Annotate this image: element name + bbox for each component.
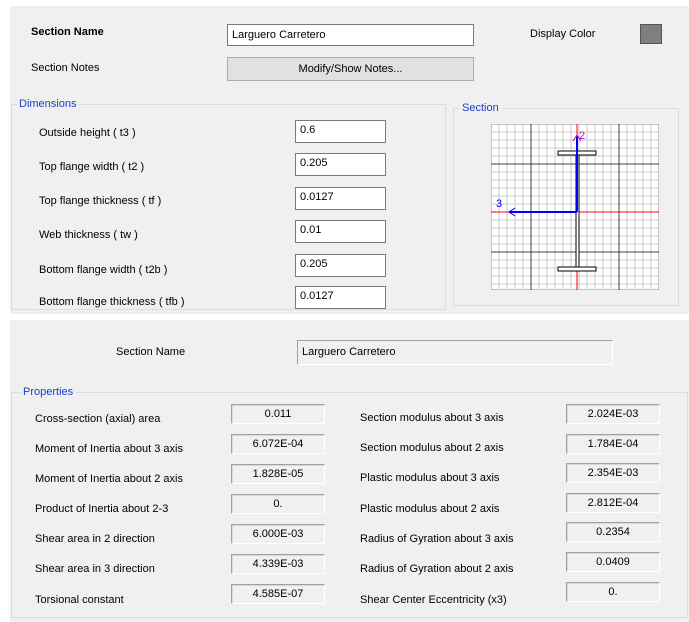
axial-area-value: 0.011 (231, 404, 325, 424)
plastic-modulus-2-value: 2.812E-04 (566, 493, 660, 513)
top-flange-width-label: Top flange width ( t2 ) (39, 161, 145, 173)
bottom-flange-thickness-label: Bottom flange thickness ( tfb ) (39, 296, 185, 308)
product-inertia-label: Product of Inertia about 2-3 (35, 503, 169, 515)
section-modulus-2-value: 1.784E-04 (566, 434, 660, 454)
torsional-constant-label: Torsional constant (35, 594, 124, 606)
moment-inertia-2-label: Moment of Inertia about 2 axis (35, 473, 183, 485)
section-name-label: Section Name (31, 26, 104, 38)
shear-center-eccentricity-label: Shear Center Eccentricity (x3) (360, 594, 507, 606)
section-name-input[interactable]: Larguero Carretero (227, 24, 474, 46)
top-flange-thickness-input[interactable]: 0.0127 (295, 187, 386, 210)
web-thickness-label: Web thickness ( tw ) (39, 229, 138, 241)
outside-height-input[interactable]: 0.6 (295, 120, 386, 143)
shear-center-eccentricity-value: 0. (566, 582, 660, 602)
display-color-label: Display Color (530, 28, 596, 40)
top-flange-thickness-label: Top flange thickness ( tf ) (39, 195, 162, 207)
properties-group-title: Properties (21, 386, 76, 398)
moment-inertia-3-label: Moment of Inertia about 3 axis (35, 443, 183, 455)
dimensions-group-title: Dimensions (17, 98, 79, 110)
radius-gyration-2-label: Radius of Gyration about 2 axis (360, 563, 514, 575)
plastic-modulus-3-value: 2.354E-03 (566, 463, 660, 483)
section-notes-label: Section Notes (31, 62, 100, 74)
shear-area-3-label: Shear area in 3 direction (35, 563, 155, 575)
web-thickness-input[interactable]: 0.01 (295, 220, 386, 243)
axis-3-label: 3 (496, 198, 502, 210)
properties-section-name-label: Section Name (116, 346, 186, 358)
radius-gyration-2-value: 0.0409 (566, 552, 660, 572)
product-inertia-value: 0. (231, 494, 325, 514)
properties-section-name-value: Larguero Carretero (297, 340, 613, 365)
bottom-flange-width-label: Bottom flange width ( t2b ) (39, 264, 168, 276)
section-preview-canvas: 2 3 (491, 124, 659, 290)
torsional-constant-value: 4.585E-07 (231, 584, 325, 604)
section-modulus-3-label: Section modulus about 3 axis (360, 412, 504, 424)
radius-gyration-3-value: 0.2354 (566, 522, 660, 542)
shear-area-2-label: Shear area in 2 direction (35, 533, 155, 545)
section-preview-title: Section (460, 102, 501, 114)
plastic-modulus-3-label: Plastic modulus about 3 axis (360, 472, 500, 484)
shear-area-2-value: 6.000E-03 (231, 524, 325, 544)
axial-area-label: Cross-section (axial) area (35, 413, 161, 425)
outside-height-label: Outside height ( t3 ) (39, 127, 136, 139)
moment-inertia-3-value: 6.072E-04 (231, 434, 325, 454)
plastic-modulus-2-label: Plastic modulus about 2 axis (360, 503, 500, 515)
section-modulus-2-label: Section modulus about 2 axis (360, 442, 504, 454)
display-color-swatch[interactable] (640, 24, 662, 44)
shear-area-3-value: 4.339E-03 (231, 554, 325, 574)
axis-2-label: 2 (579, 130, 585, 142)
bottom-flange-thickness-input[interactable]: 0.0127 (295, 286, 386, 309)
section-modulus-3-value: 2.024E-03 (566, 404, 660, 424)
top-flange-width-input[interactable]: 0.205 (295, 153, 386, 176)
bottom-flange-width-input[interactable]: 0.205 (295, 254, 386, 277)
modify-show-notes-button[interactable]: Modify/Show Notes... (227, 57, 474, 81)
moment-inertia-2-value: 1.828E-05 (231, 464, 325, 484)
radius-gyration-3-label: Radius of Gyration about 3 axis (360, 533, 514, 545)
